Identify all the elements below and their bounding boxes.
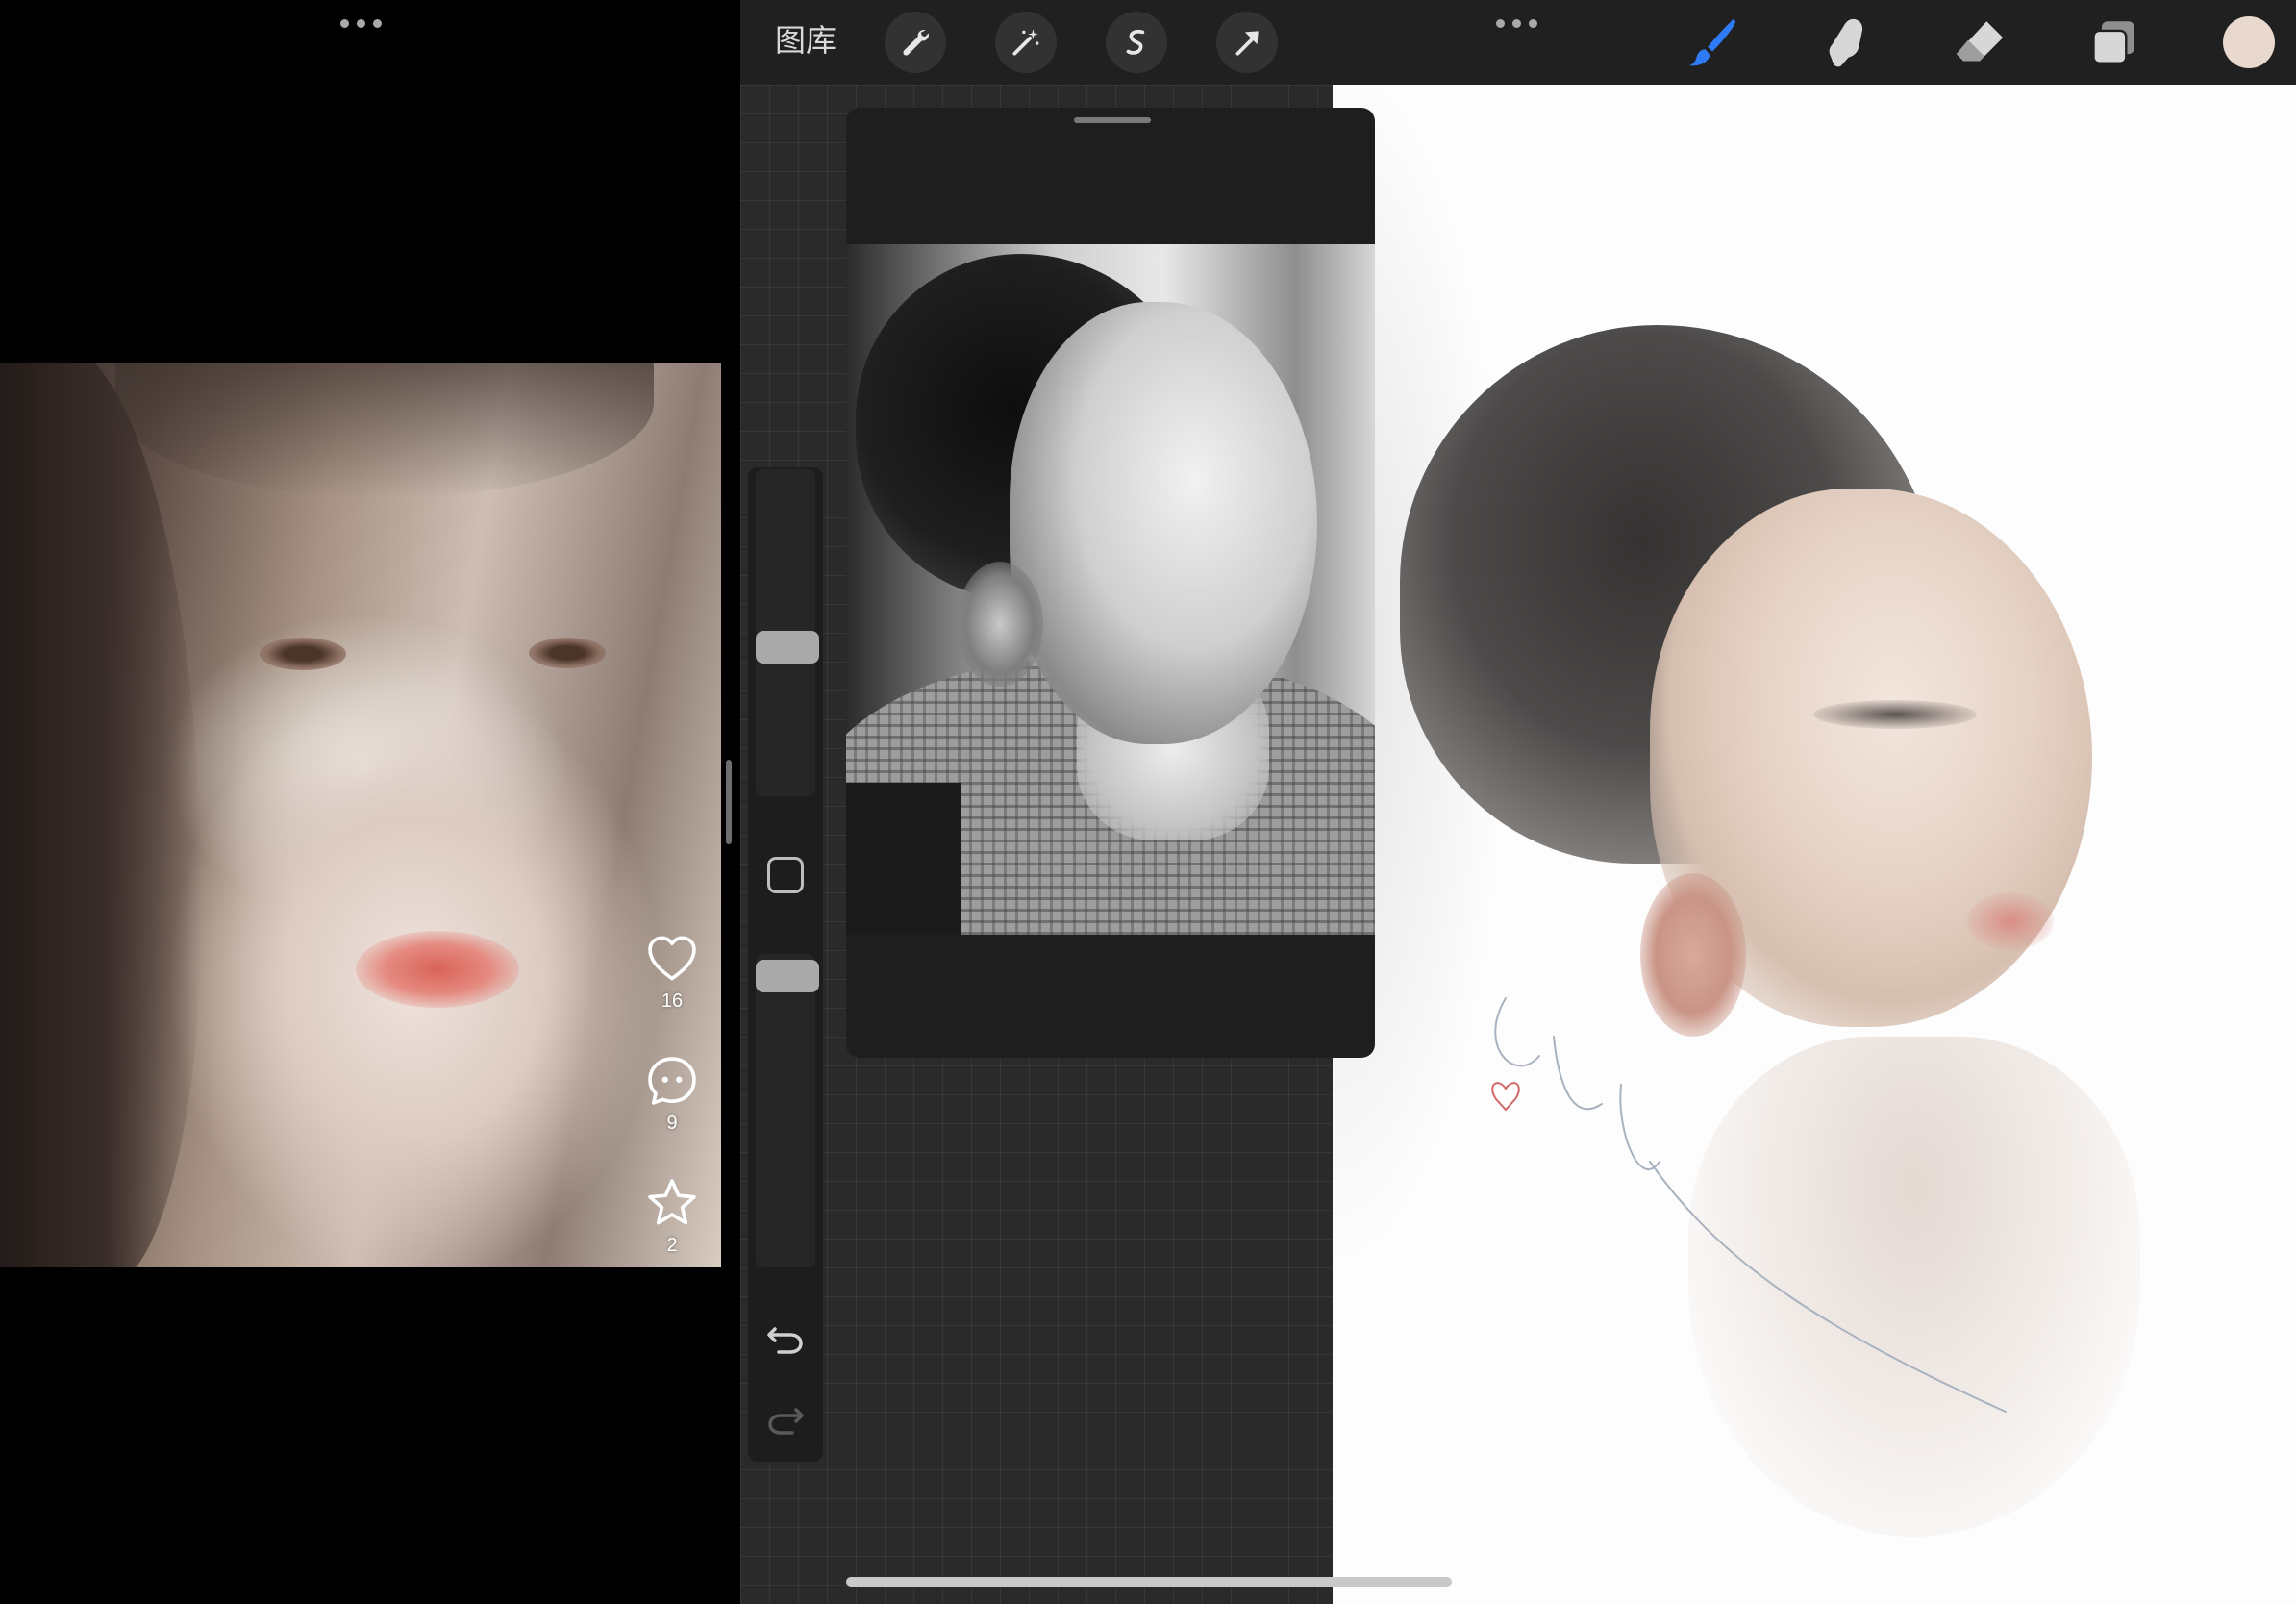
drawing-toolbar: 图库 <box>740 0 2296 85</box>
left-app-pane: 16 9 2 <box>0 0 739 1604</box>
favorite-button[interactable]: 2 <box>638 1175 706 1257</box>
layers-button[interactable] <box>2080 9 2147 76</box>
arrow-cursor-icon <box>1235 31 1259 56</box>
more-dots-icon[interactable] <box>340 19 382 28</box>
color-picker-swatch[interactable] <box>2223 16 2275 68</box>
layers-icon <box>2092 21 2134 64</box>
comment-count: 9 <box>666 1113 678 1134</box>
undo-button[interactable] <box>761 1314 810 1362</box>
square-modify-icon[interactable] <box>767 857 804 893</box>
undo-icon <box>767 1327 803 1354</box>
artwork-shape <box>1010 302 1317 744</box>
drawing-canvas[interactable] <box>1333 85 2296 1604</box>
brush-tool-button[interactable] <box>1679 9 1746 76</box>
artwork-shape <box>529 638 606 668</box>
adjustments-button[interactable] <box>995 12 1057 73</box>
gallery-button[interactable]: 图库 <box>775 19 836 62</box>
drawing-app-pane: 图库 <box>740 0 2296 1604</box>
artwork-shape <box>957 562 1043 687</box>
artist-signature-icon <box>1491 997 2007 1413</box>
home-indicator[interactable] <box>846 1577 1452 1587</box>
eraser-icon <box>1956 21 2004 62</box>
brush-opacity-slider[interactable] <box>756 954 815 1267</box>
redo-button[interactable] <box>761 1394 810 1442</box>
actions-button[interactable] <box>885 12 946 73</box>
comment-bubble-icon <box>648 1057 696 1105</box>
reference-photo <box>846 244 1375 935</box>
star-icon <box>648 1179 696 1225</box>
brush-sidebar <box>748 467 823 1462</box>
artwork-shape <box>356 931 519 1008</box>
eraser-tool-button[interactable] <box>1946 9 2013 76</box>
brush-size-thumb[interactable] <box>756 631 819 664</box>
transform-button[interactable] <box>1216 12 1278 73</box>
smudge-finger-icon <box>1829 18 1863 67</box>
brush-icon <box>1688 18 1736 66</box>
favorite-count: 2 <box>666 1235 678 1256</box>
selection-s-icon <box>1126 30 1145 55</box>
artwork-shape <box>846 783 961 935</box>
artwork-shape <box>0 363 202 1267</box>
heart-icon <box>648 936 696 981</box>
redo-icon <box>768 1408 804 1435</box>
reference-drag-handle[interactable] <box>1074 117 1151 123</box>
artwork-shape <box>260 638 346 670</box>
wrench-icon <box>903 30 930 56</box>
smudge-tool-button[interactable] <box>1812 9 1880 76</box>
more-dots-icon[interactable] <box>1496 19 1537 28</box>
painted-portrait <box>1333 85 2296 1604</box>
artwork-shape <box>115 363 654 498</box>
brush-opacity-thumb[interactable] <box>756 959 819 992</box>
selection-button[interactable] <box>1106 12 1167 73</box>
magic-wand-icon <box>1012 29 1039 56</box>
post-artwork-image[interactable] <box>0 363 721 1267</box>
split-view-handle[interactable] <box>726 760 732 844</box>
like-button[interactable]: 16 <box>638 931 706 1013</box>
like-count: 16 <box>661 990 684 1012</box>
comment-button[interactable]: 9 <box>638 1053 706 1135</box>
reference-window[interactable] <box>846 108 1375 1058</box>
